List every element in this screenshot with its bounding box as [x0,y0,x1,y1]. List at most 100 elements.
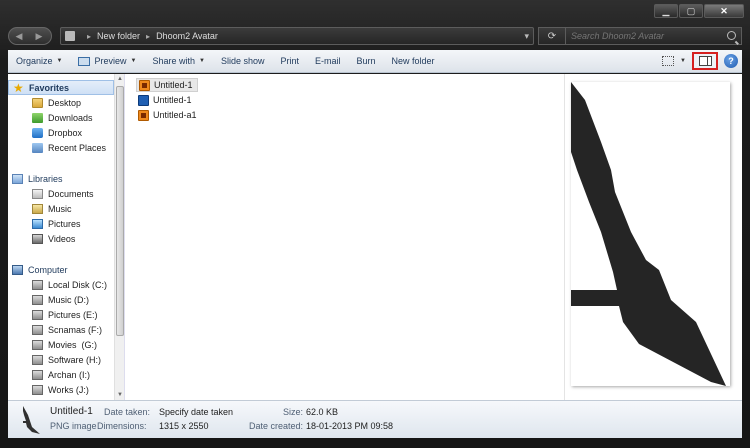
libraries-header[interactable]: Libraries [8,171,114,186]
file-name: Untitled-a1 [153,110,197,120]
file-list: Untitled-1 Untitled-1 Untitled-a1 [126,74,564,400]
sidebar-item-label: Downloads [48,112,93,123]
new-folder-button[interactable]: New folder [384,50,443,73]
refresh-button[interactable]: ⟳ [538,27,566,45]
thumbnail-shape [23,406,40,434]
breadcrumb-separator[interactable]: ▸ [146,32,150,41]
maximize-button[interactable]: ▢ [679,4,703,18]
sidebar-item-label: Works (J:) [48,384,89,395]
size-label: Size: [283,407,304,417]
search-box[interactable] [565,27,742,45]
organize-button[interactable]: Organize ▼ [8,50,70,73]
sidebar-item-local-disk-c[interactable]: Local Disk (C:) [8,277,114,292]
breadcrumb-new-folder[interactable]: New folder [97,31,140,41]
sidebar-item-archan-i[interactable]: Archan (I:) [8,367,114,382]
email-button[interactable]: E-mail [307,50,349,73]
sidebar-item-desktop[interactable]: Desktop [8,95,114,110]
date-created-value: 18-01-2013 PM 09:58 [306,421,394,431]
preview-button[interactable]: Preview ▼ [70,50,144,73]
sidebar-item-videos[interactable]: Videos [8,231,114,246]
change-view-icon[interactable] [662,56,675,66]
sidebar-item-scnamas-f[interactable]: Scnamas (F:) [8,322,114,337]
favorites-group: ★ Favorites Desktop Downloads Dropbox Re… [8,80,114,155]
disk-icon [32,294,43,305]
sidebar-item-works-j[interactable]: Works (J:) [8,382,114,397]
sidebar-item-software-h[interactable]: Software (H:) [8,352,114,367]
chevron-down-icon[interactable]: ▼ [680,58,686,64]
file-item[interactable]: Untitled-1 [136,93,196,107]
search-input[interactable] [571,31,721,41]
forward-button[interactable]: ▶ [29,28,49,44]
minimize-button[interactable]: ▁ [654,4,678,18]
chevron-down-icon: ▼ [56,58,63,64]
sidebar-item-label: Scnamas (F:) [48,324,103,335]
breadcrumb-dhoom2-avatar[interactable]: Dhoom2 Avatar [156,31,218,41]
sidebar-item-music[interactable]: Music [8,201,114,216]
details-file-name: Untitled-1 [50,406,93,417]
dropbox-icon [32,127,43,138]
libraries-group: Libraries Documents Music Pictures Video… [8,171,114,246]
disk-icon [32,384,43,395]
address-bar[interactable]: ▸ New folder ▸ Dhoom2 Avatar ▾ [60,27,534,45]
disk-icon [32,309,43,320]
sidebar-item-label: Recent Places [48,142,107,153]
command-bar: Organize ▼ Preview ▼ Share with ▼ Slide … [8,50,742,73]
star-icon: ★ [13,80,24,95]
scroll-up-icon[interactable]: ▲ [117,76,123,82]
search-icon[interactable] [727,31,736,40]
avatar-preview-image [571,82,726,386]
disk-icon [32,279,43,290]
chevron-down-icon: ▼ [198,58,205,64]
chevron-down-icon: ▼ [130,58,137,64]
file-thumbnail [23,406,40,434]
close-button[interactable]: ✕ [704,4,744,18]
scrollbar-thumb[interactable] [116,86,124,336]
sidebar-item-pictures[interactable]: Pictures [8,216,114,231]
sidebar-item-label: Software (H:) [48,354,102,365]
share-with-button[interactable]: Share with ▼ [144,50,212,73]
back-button[interactable]: ◀ [9,28,29,44]
preview-pane-icon [698,56,712,66]
show-preview-pane-button[interactable] [692,52,718,70]
computer-icon [12,264,23,275]
preview-label: Preview [94,56,127,66]
file-item[interactable]: Untitled-1 [136,78,198,92]
sidebar-item-music-d[interactable]: Music (D:) [8,292,114,307]
help-icon[interactable]: ? [724,54,738,68]
breadcrumb-separator[interactable]: ▸ [87,32,91,41]
computer-header[interactable]: Computer [8,262,114,277]
disk-icon [32,354,43,365]
libraries-label: Libraries [28,173,63,184]
print-button[interactable]: Print [272,50,307,73]
illustrator-file-icon [138,109,149,121]
navigation-scrollbar[interactable]: ▲ ▼ [114,74,124,400]
address-dropdown-icon[interactable]: ▾ [524,31,529,42]
computer-group: Computer Local Disk (C:) Music (D:) Pict… [8,262,114,397]
history-buttons: ◀ ▶ [8,27,52,45]
sidebar-item-downloads[interactable]: Downloads [8,110,114,125]
dimensions-value: 1315 x 2550 [159,421,209,431]
burn-button[interactable]: Burn [349,50,384,73]
file-item[interactable]: Untitled-a1 [136,108,201,122]
illustrator-file-icon [139,79,150,91]
desktop-icon [32,97,43,108]
size-value: 62.0 KB [306,407,339,417]
caption-buttons: ▁ ▢ ✕ [654,4,744,18]
scroll-down-icon[interactable]: ▼ [117,392,123,398]
slide-show-button[interactable]: Slide show [213,50,273,73]
details-file-type: PNG image [50,421,97,431]
sidebar-item-pictures-e[interactable]: Pictures (E:) [8,307,114,322]
date-taken-value[interactable]: Specify date taken [159,407,233,417]
libraries-icon [12,173,23,184]
downloads-icon [32,112,43,123]
file-name: Untitled-1 [154,80,193,90]
organize-label: Organize [16,56,53,66]
share-with-label: Share with [152,56,195,66]
sidebar-item-label: Pictures [48,218,81,229]
sidebar-item-documents[interactable]: Documents [8,186,114,201]
navigation-bar: ◀ ▶ ▸ New folder ▸ Dhoom2 Avatar ▾ ⟳ [8,25,742,47]
sidebar-item-recent-places[interactable]: Recent Places [8,140,114,155]
sidebar-item-movies-g[interactable]: Movies (G:) [8,337,114,352]
favorites-header[interactable]: ★ Favorites [8,80,114,95]
sidebar-item-dropbox[interactable]: Dropbox [8,125,114,140]
